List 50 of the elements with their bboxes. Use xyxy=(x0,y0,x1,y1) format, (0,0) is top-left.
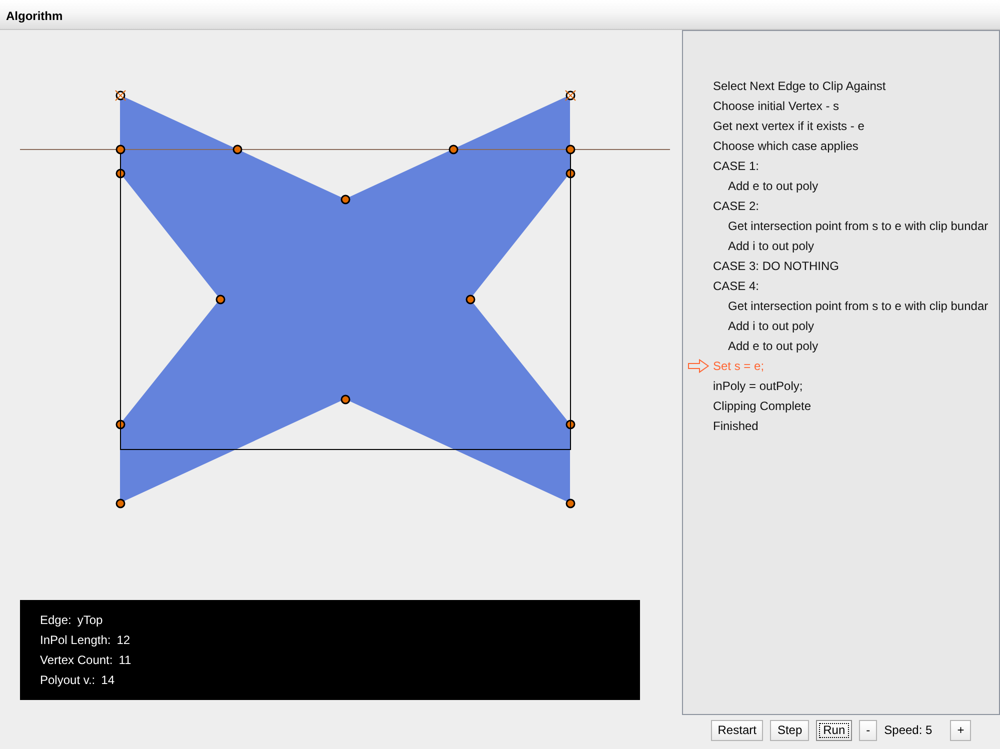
info-value: 12 xyxy=(116,632,130,649)
vertex-dot-icon xyxy=(116,144,126,154)
algorithm-step: inPoly = outPoly; xyxy=(713,376,803,396)
algorithm-step: Get intersection point from s to e with clip bundar xyxy=(728,296,988,316)
vertex-dot-icon xyxy=(340,194,350,204)
vertex-dot-icon xyxy=(448,144,458,154)
vertex-dot-icon xyxy=(116,168,126,178)
info-label: Edge: xyxy=(40,612,72,629)
increase-speed-button[interactable]: + xyxy=(950,720,972,741)
algorithm-step: Select Next Edge to Clip Against xyxy=(713,76,886,96)
algorithm-step: Set s = e; xyxy=(713,356,764,376)
algorithm-step: Choose initial Vertex - s xyxy=(713,96,840,116)
vertex-dot-icon xyxy=(566,420,576,430)
vertex-dot-icon xyxy=(216,294,226,304)
restart-button[interactable]: Restart xyxy=(710,720,764,741)
algorithm-step: Add e to out poly xyxy=(728,176,818,196)
algorithm-step: CASE 2: xyxy=(713,196,760,216)
window-title: Algorithm xyxy=(6,9,63,23)
info-label: InPol Length: xyxy=(40,632,111,649)
vertex-dot-icon xyxy=(116,420,126,430)
crossed-vertex-icon xyxy=(565,90,576,101)
algorithm-step: CASE 1: xyxy=(713,156,760,176)
step-button[interactable]: Step xyxy=(770,720,810,741)
algorithm-step: Add i to out poly xyxy=(728,236,814,256)
algorithm-step: Add e to out poly xyxy=(728,336,818,356)
vertex-dot-icon xyxy=(466,294,476,304)
speed-label: Speed: 5 xyxy=(884,722,932,739)
info-value: 14 xyxy=(101,672,114,689)
algorithm-step: Choose which case applies xyxy=(713,136,858,156)
info-label: Polyout v.: xyxy=(40,672,96,689)
decrease-speed-button[interactable]: - xyxy=(859,720,878,741)
info-value: 11 xyxy=(118,652,132,669)
pointer-arrow-icon xyxy=(688,359,709,373)
algorithm-step: CASE 3: DO NOTHING xyxy=(713,256,840,276)
crossed-vertex-icon xyxy=(115,90,126,101)
algorithm-step: Clipping Complete xyxy=(713,396,812,416)
run-button[interactable]: Run xyxy=(816,720,852,741)
algorithm-step: CASE 4: xyxy=(713,276,760,296)
algorithm-step: Get next vertex if it exists - e xyxy=(713,116,864,136)
algorithm-step: Get intersection point from s to e with clip bundar xyxy=(728,216,988,236)
algorithm-step: Add i to out poly xyxy=(728,316,814,336)
vertex-dot-icon xyxy=(116,498,126,508)
vertex-dot-icon xyxy=(340,394,350,404)
algorithm-step: Finished xyxy=(713,416,758,436)
vertex-dot-icon xyxy=(232,144,242,154)
info-value: yTop xyxy=(77,612,103,629)
vertex-dot-icon xyxy=(566,144,576,154)
vertex-dot-icon xyxy=(566,168,576,178)
vertex-dot-icon xyxy=(566,498,576,508)
info-label: Vertex Count: xyxy=(40,652,113,669)
